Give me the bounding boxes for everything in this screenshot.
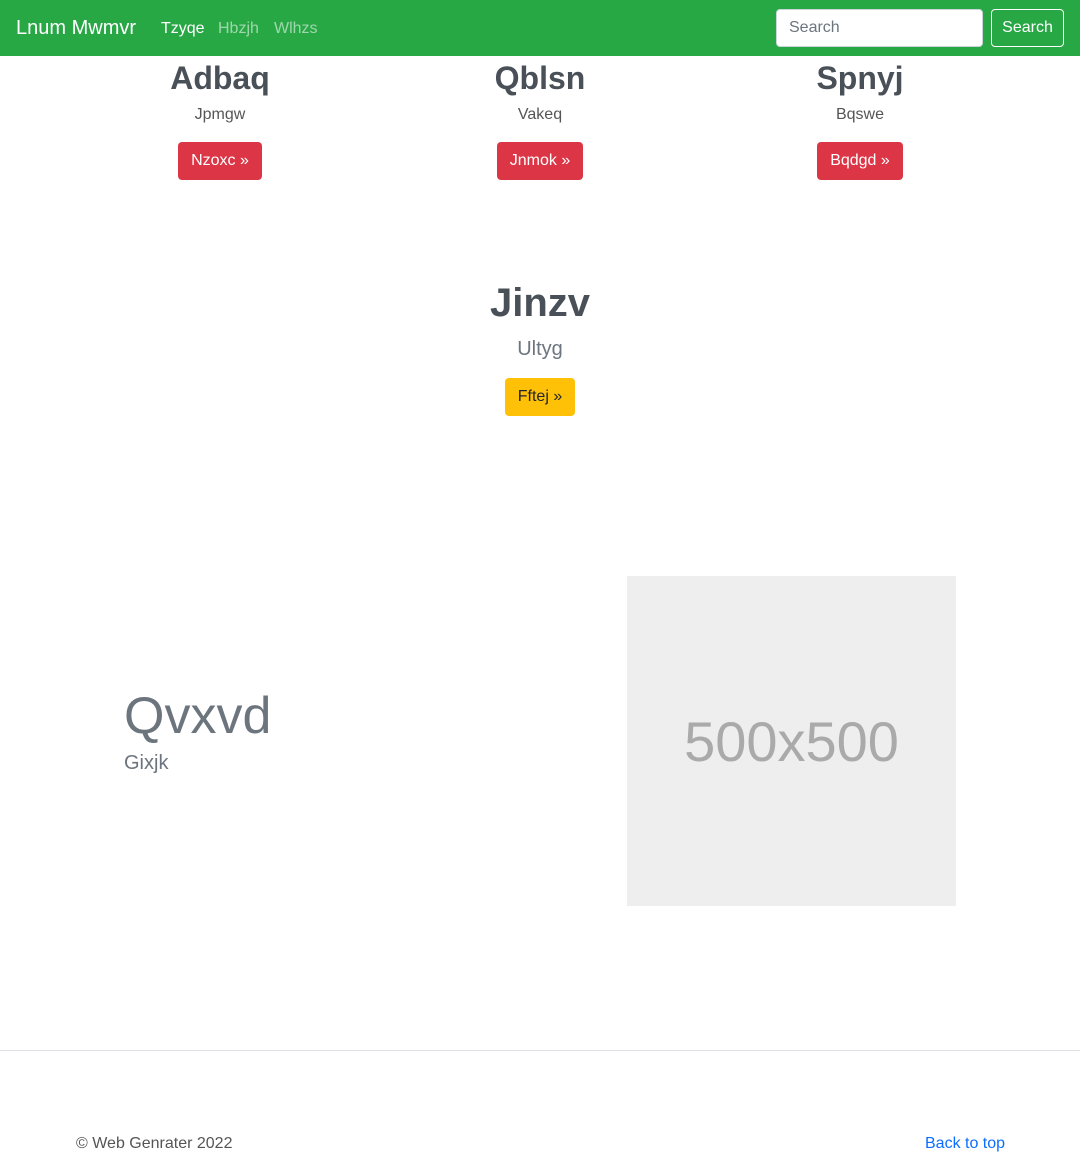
feature-title: Adbaq	[170, 60, 270, 96]
footer-divider	[0, 1050, 1080, 1051]
search-input[interactable]	[776, 9, 983, 47]
center-text: Ultyg	[517, 338, 563, 360]
feature-button-bqdgd[interactable]: Bqdgd »	[817, 142, 903, 180]
search-button[interactable]: Search	[991, 9, 1064, 47]
feature-text: Vakeq	[517, 106, 563, 123]
feature-button-nzoxc[interactable]: Nzoxc »	[178, 142, 262, 180]
feature-column-1: Adbaq Jpmgw Nzoxc »	[60, 56, 380, 180]
hero-subtitle: Gixjk	[124, 752, 169, 774]
nav-link-hbzjh[interactable]: Hbzjh	[218, 19, 259, 39]
feature-column-2: Qblsn Vakeq Jnmok »	[380, 56, 700, 180]
hero-title: Qvxvd	[124, 687, 272, 745]
navbar: Lnum Mwmvr Tzyqe Hbzjh Wlhzs Search	[0, 0, 1080, 56]
feature-column-3: Spnyj Bqswe Bqdgd »	[700, 56, 1020, 180]
nav-link-tzyqe[interactable]: Tzyqe	[161, 19, 205, 39]
feature-title: Spnyj	[816, 60, 904, 96]
navbar-brand[interactable]: Lnum Mwmvr	[16, 15, 136, 41]
placeholder-image: 500x500	[627, 576, 956, 906]
nav-link-wlhzs[interactable]: Wlhzs	[274, 19, 318, 39]
center-title: Jinzv	[489, 281, 591, 325]
center-button-fftej[interactable]: Fftej »	[504, 378, 576, 416]
footer-copyright: © Web Genrater 2022	[76, 1135, 233, 1152]
center-section: Jinzv Ultyg Fftej »	[340, 280, 740, 416]
feature-text: Bqswe	[835, 106, 885, 123]
feature-button-jnmok[interactable]: Jnmok »	[496, 142, 584, 180]
feature-text: Jpmgw	[194, 106, 246, 123]
feature-title: Qblsn	[494, 60, 586, 96]
placeholder-label: 500x500	[684, 709, 899, 773]
back-to-top-link[interactable]: Back to top	[925, 1134, 1005, 1154]
